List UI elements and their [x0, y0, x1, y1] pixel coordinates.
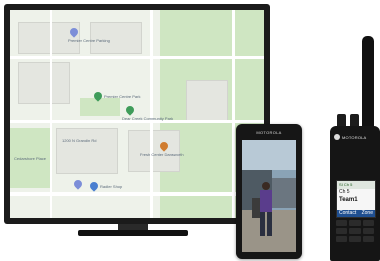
radio-antenna — [362, 36, 374, 134]
radio-brand-label: MOTOROLA — [342, 134, 367, 140]
softkey-zone[interactable]: Zone — [362, 210, 373, 217]
radio-key[interactable] — [362, 220, 374, 226]
map-pin-icon[interactable] — [72, 178, 84, 190]
radio-key[interactable] — [336, 228, 348, 234]
map-block — [186, 80, 228, 122]
map-road — [150, 10, 153, 218]
map-pin-icon[interactable] — [88, 180, 100, 192]
map-poi-label: Fresh Center Dansworth — [140, 152, 184, 157]
radio-key[interactable] — [336, 236, 348, 242]
radio-key[interactable] — [349, 220, 361, 226]
map-poi-label: 1200 N Grandin Rd — [62, 138, 97, 143]
map-block — [56, 128, 118, 174]
radio-logo: MOTOROLA — [334, 134, 376, 140]
radio-keypad — [336, 220, 374, 242]
two-way-radio: MOTOROLA SI Ch 5 Ch 5 Team1 Contact Zone — [330, 126, 380, 261]
map-poi-label: Dear Creek Community Park — [122, 116, 174, 121]
monitor: Premier Centre Parking Premier Centre Pa… — [4, 4, 270, 224]
map-poi-label: Cedarshore Place — [14, 156, 47, 161]
phone-camera-view[interactable] — [242, 140, 296, 252]
camera-feed-image — [242, 140, 296, 252]
radio-key[interactable] — [362, 236, 374, 242]
handheld-phone: MOTOROLA — [236, 124, 302, 259]
map-poi-label: Premier Centre Parking — [68, 38, 110, 43]
map-block — [18, 62, 70, 104]
motorola-logo-icon — [334, 134, 340, 140]
radio-status-text: SI Ch 5 — [337, 181, 375, 189]
map-poi-label: Radler Shop — [100, 184, 123, 189]
map-poi-label: Premier Centre Park — [104, 94, 141, 99]
map-block — [128, 130, 180, 172]
radio-display: SI Ch 5 Ch 5 Team1 Contact Zone — [336, 180, 376, 218]
map-view[interactable]: Premier Centre Parking Premier Centre Pa… — [10, 10, 264, 218]
radio-key[interactable] — [349, 236, 361, 242]
radio-softkey-bar: Contact Zone — [337, 210, 375, 217]
radio-key[interactable] — [336, 220, 348, 226]
monitor-stand-base — [78, 230, 188, 236]
map-pin-icon[interactable] — [124, 104, 136, 116]
softkey-contact[interactable]: Contact — [339, 210, 356, 217]
radio-channel-name: Team1 — [339, 197, 358, 203]
map-road — [232, 10, 235, 218]
map-road — [10, 192, 264, 196]
phone-brand-label: MOTOROLA — [256, 130, 282, 135]
map-road — [10, 56, 264, 59]
map-park-area — [80, 98, 120, 116]
radio-zone-text: Ch 5 — [339, 189, 350, 195]
radio-key[interactable] — [362, 228, 374, 234]
radio-key[interactable] — [349, 228, 361, 234]
map-road — [50, 10, 52, 218]
